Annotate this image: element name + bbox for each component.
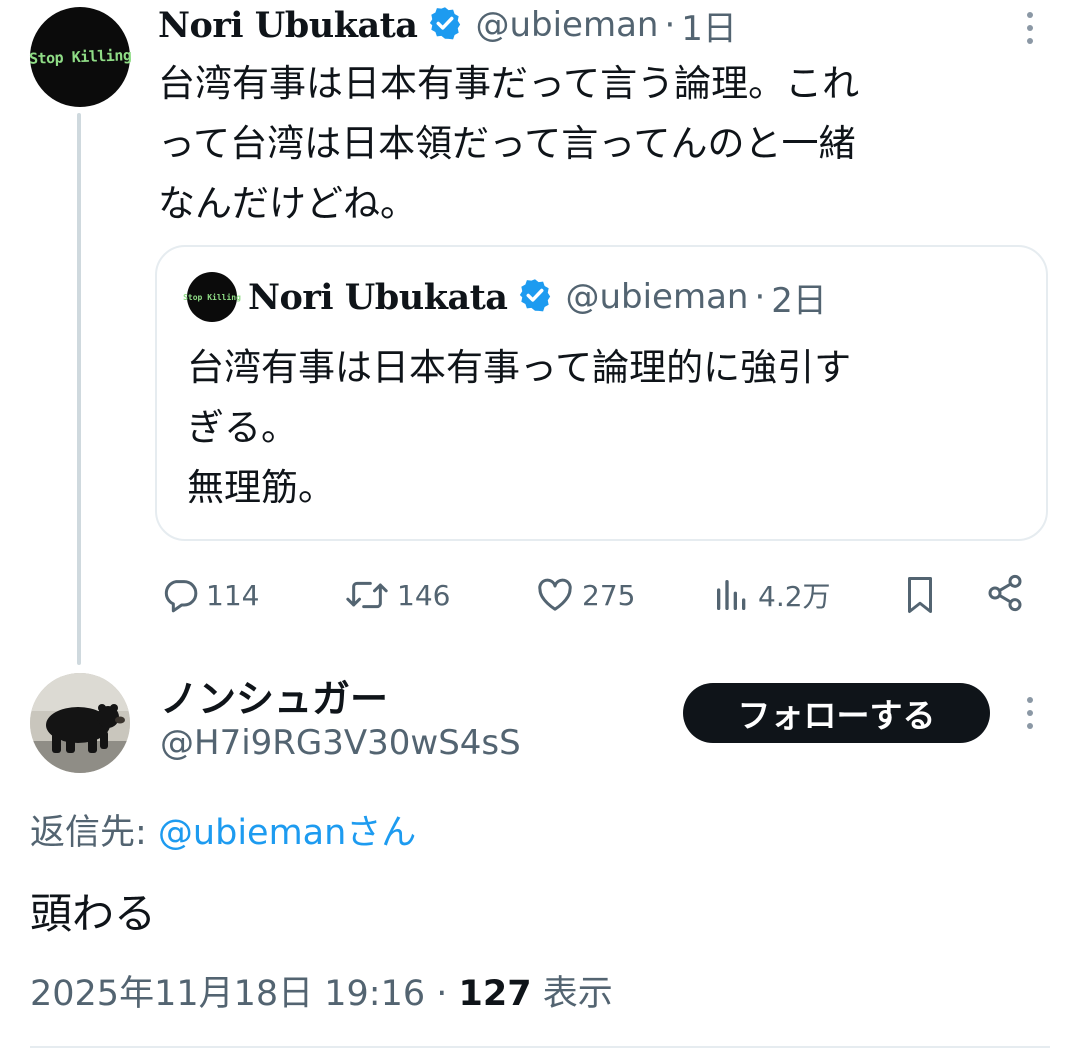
- author-avatar[interactable]: Stop Killing: [28, 7, 132, 107]
- divider: [30, 1046, 1050, 1048]
- follow-button[interactable]: フォローする: [683, 683, 990, 743]
- quoted-text-line: 無理筋。: [187, 466, 335, 509]
- bookmark-icon[interactable]: [902, 574, 938, 616]
- reply-views-count: 127: [458, 974, 532, 1014]
- retweet-icon: [343, 575, 391, 615]
- reply-button[interactable]: 114: [160, 572, 259, 618]
- retweet-button[interactable]: 146: [343, 572, 450, 618]
- quoted-text-line: ぎる。: [187, 406, 298, 449]
- reply-author-avatar[interactable]: [30, 673, 130, 773]
- retweet-count: 146: [397, 578, 451, 612]
- views-icon: [712, 575, 752, 615]
- reply-more-options-icon[interactable]: [1018, 695, 1042, 731]
- views-count: 4.2万: [758, 580, 831, 613]
- tweet-text: 台湾有事は日本有事だって言う論理。これ って台湾は日本領だって言ってんのと一緒 …: [158, 54, 1028, 234]
- quoted-tweet-text: 台湾有事は日本有事って論理的に強引す ぎる。 無理筋。: [187, 338, 1007, 518]
- replying-to: 返信先: @ubiemanさん: [30, 804, 416, 855]
- reply-count: 114: [206, 578, 260, 612]
- reply-meta: 2025年11月18日 19:16 · 127 表示: [30, 965, 613, 1016]
- quoted-meta-separator: ·: [754, 277, 766, 317]
- quoted-author-avatar: Stop Killing: [183, 272, 241, 322]
- like-count: 275: [582, 578, 636, 612]
- quoted-author-handle: @ubieman: [565, 277, 749, 317]
- reply-timestamp[interactable]: 2025年11月18日 19:16: [30, 974, 425, 1014]
- author-name[interactable]: Nori Ubukata: [158, 5, 418, 46]
- reply-icon: [160, 575, 200, 615]
- reply-views-label: 表示: [531, 974, 613, 1014]
- replying-to-label: 返信先:: [30, 813, 158, 853]
- reply-text: 頭わる: [30, 889, 157, 938]
- reply-author-handle[interactable]: @H7i9RG3V30wS4sS: [160, 723, 521, 763]
- verified-badge-icon: [517, 277, 553, 317]
- quoted-tweet-header: Nori Ubukata @ubieman · 2日: [248, 272, 827, 322]
- tweet-time[interactable]: 1日: [681, 1, 737, 50]
- quoted-text-line: 台湾有事は日本有事って論理的に強引す: [187, 346, 852, 389]
- tweet-text-line: 台湾有事は日本有事だって言う論理。これ: [158, 62, 860, 105]
- share-icon[interactable]: [985, 573, 1025, 613]
- author-handle[interactable]: @ubieman: [475, 5, 658, 45]
- verified-badge-icon: [427, 5, 463, 45]
- quoted-avatar-text: Stop Killing: [183, 292, 241, 302]
- tweet-header: Nori Ubukata @ubieman · 1日: [158, 0, 737, 50]
- quoted-author-name: Nori Ubukata: [248, 276, 508, 318]
- quoted-tweet-time: 2日: [771, 280, 827, 321]
- meta-separator: ·: [664, 5, 676, 45]
- avatar-text: Stop Killing: [28, 46, 132, 68]
- views-button[interactable]: 4.2万: [712, 572, 831, 618]
- tweet-text-line: って台湾は日本領だって言ってんのと一緒: [158, 122, 856, 165]
- like-button[interactable]: 275: [534, 572, 635, 618]
- like-icon: [534, 575, 576, 615]
- replying-to-link[interactable]: @ubiemanさん: [158, 813, 416, 853]
- thread-connector-line: [77, 113, 81, 665]
- tweet-text-line: なんだけどね。: [158, 182, 417, 225]
- reply-author-name[interactable]: ノンシュガー: [160, 668, 388, 723]
- more-options-icon[interactable]: [1018, 10, 1042, 46]
- reply-meta-separator: ·: [425, 974, 459, 1014]
